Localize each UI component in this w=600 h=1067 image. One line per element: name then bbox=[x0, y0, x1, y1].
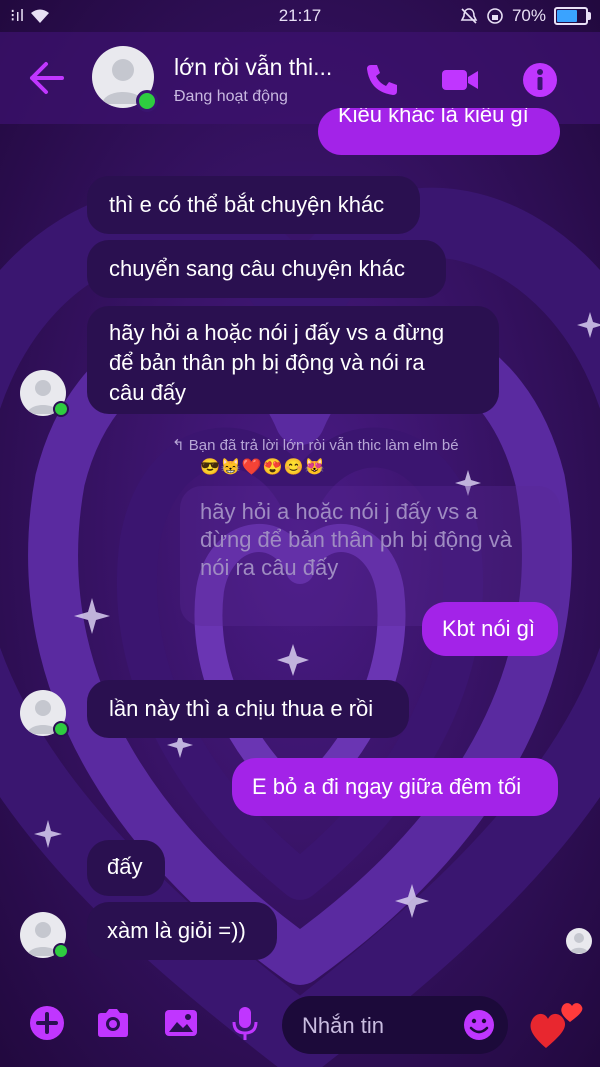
status-right: 70% bbox=[460, 6, 591, 26]
reply-emojis: 😎😸❤️😍😊😻 bbox=[200, 459, 326, 476]
message-text-line: hãy hỏi a hoặc nói j đấy vs a đừng bbox=[109, 320, 445, 345]
quoted-text-line: nói ra câu đấy bbox=[200, 555, 339, 580]
message-text-line: để bản thân ph bị động và nói ra bbox=[109, 350, 425, 375]
microphone-icon[interactable] bbox=[226, 1004, 264, 1042]
heart-icon[interactable] bbox=[528, 996, 588, 1052]
message-bubble-outgoing[interactable]: E bỏ a đi ngay giữa đêm tối bbox=[232, 758, 558, 816]
message-text: lần này thì a chịu thua e rồi bbox=[109, 696, 374, 721]
message-text: chuyển sang câu chuyện khác bbox=[109, 256, 405, 281]
contact-active-status: Đang hoạt động bbox=[174, 88, 288, 105]
quoted-text-line: hãy hỏi a hoặc nói j đấy vs a bbox=[200, 499, 478, 524]
message-text: Kbt nói gì bbox=[442, 616, 535, 641]
phone-icon[interactable] bbox=[362, 60, 402, 100]
info-icon[interactable] bbox=[520, 60, 560, 100]
battery-fill bbox=[557, 10, 577, 22]
video-camera-icon[interactable] bbox=[440, 60, 480, 100]
message-text: đấy bbox=[107, 854, 143, 879]
message-bubble-incoming[interactable]: lần này thì a chịu thua e rồi bbox=[87, 680, 409, 738]
message-text: thì e có thể bắt chuyện khác bbox=[109, 192, 385, 217]
quoted-text-line: đừng để bản thân ph bị động và bbox=[200, 527, 512, 552]
back-arrow-icon[interactable] bbox=[26, 60, 66, 96]
reply-arrow-icon: ↰ bbox=[172, 437, 189, 454]
message-text: Kiểu khác là kiểu gì bbox=[338, 108, 529, 127]
message-text: xàm là giỏi =)) bbox=[107, 918, 246, 943]
online-indicator bbox=[53, 721, 69, 737]
message-bubble-incoming[interactable]: hãy hỏi a hoặc nói j đấy vs a đừng để bả… bbox=[87, 306, 499, 414]
default-avatar-icon bbox=[570, 933, 588, 953]
image-icon[interactable] bbox=[162, 1004, 200, 1042]
mute-bell-icon bbox=[460, 8, 478, 24]
message-bubble-outgoing[interactable]: Kiểu khác là kiểu gì bbox=[318, 108, 560, 155]
online-indicator bbox=[53, 401, 69, 417]
plus-icon[interactable] bbox=[28, 1004, 66, 1042]
status-bar: ⁝ıl 21:17 70% bbox=[0, 0, 600, 32]
smile-icon[interactable] bbox=[462, 1008, 496, 1042]
battery-percent: 70% bbox=[511, 6, 546, 25]
message-bubble-incoming[interactable]: đấy bbox=[87, 840, 165, 896]
battery-icon bbox=[554, 7, 591, 25]
reply-context: ↰ Bạn đã trả lời lớn ròi vẫn thic làm el… bbox=[172, 436, 459, 454]
message-text: E bỏ a đi ngay giữa đêm tối bbox=[252, 774, 522, 799]
message-bubble-incoming[interactable]: xàm là giỏi =)) bbox=[87, 902, 277, 960]
seen-receipt-avatar bbox=[566, 928, 592, 954]
message-bubble-incoming[interactable]: chuyển sang câu chuyện khác bbox=[87, 240, 446, 298]
message-input[interactable] bbox=[300, 1006, 454, 1046]
reply-note-text: Bạn đã trả lời lớn ròi vẫn thic làm elm … bbox=[188, 437, 459, 454]
camera-icon[interactable] bbox=[94, 1004, 132, 1042]
message-input-container[interactable] bbox=[282, 996, 508, 1054]
online-indicator bbox=[136, 90, 158, 112]
message-text-line: câu đấy bbox=[109, 380, 187, 405]
message-bubble-outgoing[interactable]: Kbt nói gì bbox=[422, 602, 558, 656]
rotation-lock-icon bbox=[487, 8, 503, 24]
online-indicator bbox=[53, 943, 69, 959]
contact-name[interactable]: lớn ròi vẫn thi... bbox=[174, 54, 332, 81]
message-bubble-incoming[interactable]: thì e có thể bắt chuyện khác bbox=[87, 176, 420, 234]
